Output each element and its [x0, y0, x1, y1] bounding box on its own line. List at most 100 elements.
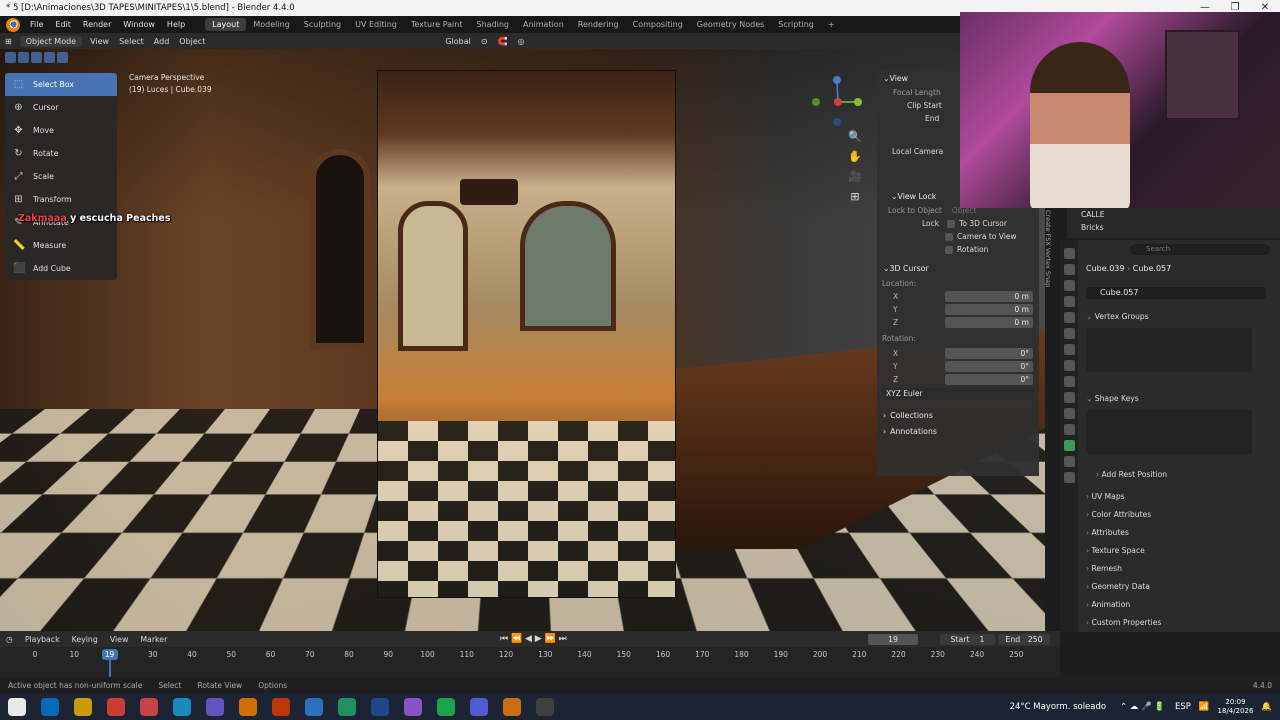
select-mode-intersect-icon[interactable] — [57, 52, 68, 63]
geometry-data-panel[interactable]: Geometry Data — [1086, 582, 1149, 591]
taskbar-app-icon[interactable] — [271, 697, 290, 716]
taskbar-app-icon[interactable] — [40, 697, 59, 716]
navigation-gizmo[interactable] — [808, 74, 868, 134]
select-mode-invert-icon[interactable] — [44, 52, 55, 63]
start-frame-field[interactable]: Start 1 — [940, 633, 995, 645]
workspace-tab-animation[interactable]: Animation — [516, 18, 571, 31]
add-menu[interactable]: Add — [149, 37, 175, 46]
taskbar-app-icon[interactable] — [436, 697, 455, 716]
3d-cursor-section-header[interactable]: ⌄ 3D Cursor — [877, 260, 1039, 276]
pan-hand-icon[interactable]: ✋ — [848, 150, 862, 164]
vertex-groups-list[interactable] — [1086, 328, 1252, 372]
timeline-view-menu[interactable]: View — [104, 635, 135, 644]
texture-space-panel[interactable]: Texture Space — [1086, 546, 1144, 555]
cursor-rot-x-field[interactable]: 0° — [945, 348, 1033, 359]
uv-maps-panel[interactable]: UV Maps — [1086, 492, 1124, 501]
vertex-groups-panel[interactable]: Vertex Groups — [1086, 312, 1149, 321]
start-button-icon[interactable] — [7, 697, 26, 716]
select-mode-new-icon[interactable] — [5, 52, 16, 63]
shape-keys-list[interactable] — [1086, 410, 1252, 454]
add-rest-position-checkbox[interactable]: Add Rest Position — [1096, 470, 1167, 479]
tool-tab-icon[interactable] — [1063, 248, 1075, 259]
taskbar-app-icon[interactable] — [403, 697, 422, 716]
constraints-tab-icon[interactable] — [1063, 424, 1075, 435]
workspace-tab-shading[interactable]: Shading — [469, 18, 516, 31]
snap-icon[interactable]: 🧲 — [493, 37, 513, 46]
taskbar-app-icon[interactable] — [73, 697, 92, 716]
tool-transform[interactable]: ⊞ Transform — [5, 188, 117, 211]
taskbar-app-icon[interactable] — [205, 697, 224, 716]
cursor-rot-z-field[interactable]: 0° — [945, 374, 1033, 385]
sidebar-tabs[interactable]: Create FSX Vertex Snap — [1041, 210, 1055, 310]
cursor-loc-y-field[interactable]: 0 m — [945, 304, 1033, 315]
tool-scale[interactable]: ⤢ Scale — [5, 165, 117, 188]
annotations-section-header[interactable]: › Annotations — [877, 423, 1039, 439]
end-frame-field[interactable]: End 250 — [998, 633, 1050, 645]
rotation-mode-dropdown[interactable]: XYZ Euler — [882, 387, 1034, 400]
menu-render[interactable]: Render — [77, 20, 117, 29]
to-3d-cursor-checkbox[interactable] — [947, 219, 956, 228]
mesh-data-field[interactable]: Cube.057 — [1086, 287, 1266, 299]
language-indicator[interactable]: ESP — [1175, 702, 1191, 712]
camera-to-view-checkbox[interactable] — [945, 232, 953, 241]
current-frame-field[interactable]: 19 — [868, 633, 918, 645]
object-tab-icon[interactable] — [1063, 360, 1075, 371]
taskbar-app-icon[interactable] — [370, 697, 389, 716]
playback-controls[interactable]: ⏮ ⏪ ◀ ▶ ⏩ ⏭ — [500, 634, 567, 644]
mode-dropdown[interactable]: Object Mode — [19, 35, 83, 47]
wifi-icon[interactable]: 📶 — [1199, 702, 1210, 712]
collection-tab-icon[interactable] — [1063, 344, 1075, 355]
collections-section-header[interactable]: › Collections — [877, 407, 1039, 423]
tool-cursor[interactable]: ⊕ Cursor — [5, 96, 117, 119]
object-menu[interactable]: Object — [174, 37, 210, 46]
workspace-tab-modeling[interactable]: Modeling — [246, 18, 296, 31]
menu-edit[interactable]: Edit — [49, 20, 77, 29]
playhead-line[interactable] — [108, 660, 111, 677]
shape-keys-panel[interactable]: Shape Keys — [1086, 394, 1139, 403]
taskbar-app-icon[interactable] — [238, 697, 257, 716]
outliner-row-calle[interactable]: CALLE — [1067, 208, 1280, 221]
render-tab-icon[interactable] — [1063, 264, 1075, 275]
menu-file[interactable]: File — [24, 20, 49, 29]
cursor-rot-y-field[interactable]: 0° — [945, 361, 1033, 372]
view-layer-tab-icon[interactable] — [1063, 296, 1075, 307]
scene-tab-icon[interactable] — [1063, 312, 1075, 323]
taskbar-app-icon[interactable] — [106, 697, 125, 716]
modifier-tab-icon[interactable] — [1063, 376, 1075, 387]
pivot-icon[interactable]: ⊙ — [476, 37, 493, 46]
workspace-tab-compositing[interactable]: Compositing — [626, 18, 690, 31]
workspace-tab-geometry-nodes[interactable]: Geometry Nodes — [690, 18, 771, 31]
weather-widget[interactable]: 24°C Mayorm. soleado — [1010, 702, 1107, 712]
output-tab-icon[interactable] — [1063, 280, 1075, 291]
tool-move[interactable]: ✥ Move — [5, 119, 117, 142]
workspace-tab-uv-editing[interactable]: UV Editing — [348, 18, 404, 31]
workspace-tab-rendering[interactable]: Rendering — [571, 18, 626, 31]
taskbar-app-icon[interactable] — [469, 697, 488, 716]
timeline-ruler[interactable]: 0 10 19 30 40 50 60 70 80 90 100 110 120 130 140 150 160… — [0, 647, 1060, 677]
taskbar-app-icon[interactable] — [337, 697, 356, 716]
particles-tab-icon[interactable] — [1063, 392, 1075, 403]
texture-tab-icon[interactable] — [1063, 472, 1075, 483]
taskbar-app-icon[interactable] — [502, 697, 521, 716]
rotation-lock-checkbox[interactable] — [945, 245, 953, 254]
keying-menu[interactable]: Keying — [66, 635, 104, 644]
world-tab-icon[interactable] — [1063, 328, 1075, 339]
current-frame-marker[interactable]: 19 — [101, 649, 118, 660]
blender-logo-icon[interactable] — [6, 17, 20, 32]
workspace-tab-scripting[interactable]: Scripting — [771, 18, 821, 31]
taskbar-app-icon[interactable] — [139, 697, 158, 716]
workspace-tab-layout[interactable]: Layout — [205, 18, 247, 31]
select-menu[interactable]: Select — [114, 37, 149, 46]
physics-tab-icon[interactable] — [1063, 408, 1075, 419]
taskbar-app-icon[interactable] — [535, 697, 554, 716]
properties-search[interactable]: Search — [1130, 244, 1270, 255]
menu-window[interactable]: Window — [117, 20, 161, 29]
cursor-loc-x-field[interactable]: 0 m — [945, 291, 1033, 302]
taskbar-app-icon[interactable] — [172, 697, 191, 716]
timeline-editor-icon[interactable]: ◷ — [0, 635, 19, 644]
workspace-tab-texture-paint[interactable]: Texture Paint — [404, 18, 470, 31]
menu-help[interactable]: Help — [161, 20, 191, 29]
notifications-icon[interactable]: 🔔 — [1261, 702, 1272, 712]
animation-panel[interactable]: Animation — [1086, 600, 1130, 609]
orientation-dropdown[interactable]: Global — [440, 37, 476, 46]
